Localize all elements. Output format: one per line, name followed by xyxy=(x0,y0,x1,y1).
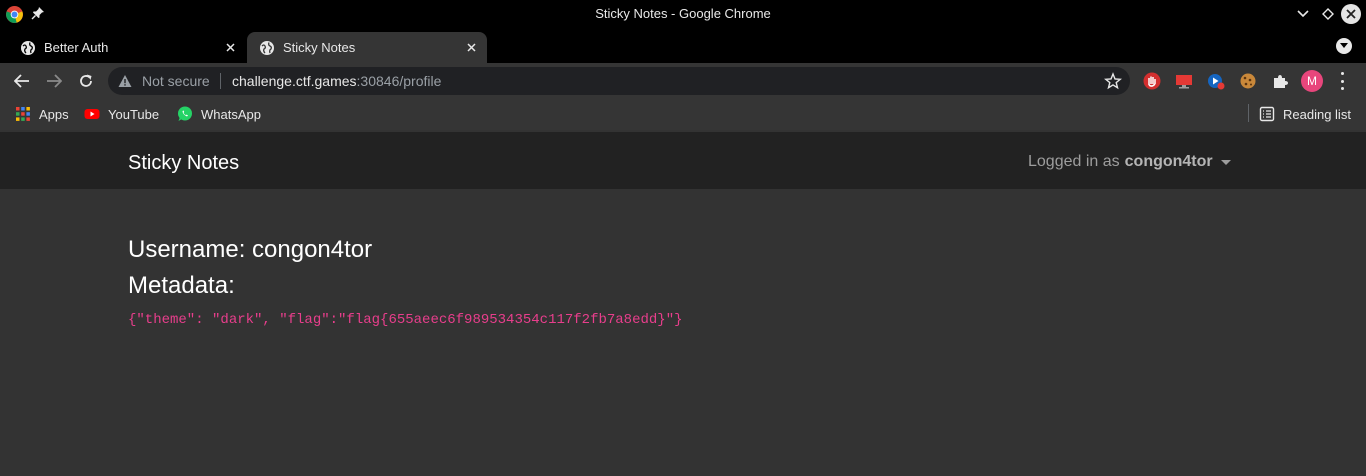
tab-close-button[interactable] xyxy=(463,40,479,56)
warning-icon[interactable] xyxy=(118,74,132,88)
monitor-icon xyxy=(1176,75,1192,89)
browser-toolbar: Not secure challenge.ctf.games:30846/pro… xyxy=(0,63,1366,99)
media-extension-icon[interactable] xyxy=(1206,71,1226,91)
arrow-left-icon xyxy=(14,74,29,88)
close-icon xyxy=(466,43,476,52)
dot xyxy=(1340,79,1344,83)
cookie-icon xyxy=(1240,73,1256,89)
bookmark-whatsapp[interactable]: WhatsApp xyxy=(177,106,261,122)
url-text[interactable]: challenge.ctf.games:30846/profile xyxy=(232,73,441,89)
reading-list-icon xyxy=(1259,106,1275,122)
user-menu-username: congon4tor xyxy=(1124,153,1213,170)
metadata-heading: Metadata: xyxy=(128,272,235,299)
address-bar[interactable]: Not secure challenge.ctf.games:30846/pro… xyxy=(108,67,1130,95)
bookmark-apps[interactable]: Apps xyxy=(15,106,69,122)
puzzle-icon xyxy=(1274,75,1288,88)
tab-close-button[interactable] xyxy=(222,40,238,56)
apps-grid-icon xyxy=(16,107,30,121)
hand-stop-icon xyxy=(1143,72,1161,90)
window-titlebar: Sticky Notes - Google Chrome xyxy=(0,0,1366,29)
screen-extension-icon[interactable] xyxy=(1174,71,1194,91)
metadata-json: {"theme": "dark", "flag":"flag{655aeec6f… xyxy=(128,312,683,328)
bookmarks-bar: Apps YouTube WhatsApp Reading list xyxy=(0,99,1366,130)
bookmark-label: WhatsApp xyxy=(201,106,261,122)
bookmark-youtube[interactable]: YouTube xyxy=(84,106,159,122)
cookie-extension-icon[interactable] xyxy=(1238,71,1258,91)
omnibox-divider xyxy=(220,73,221,89)
user-menu-dropdown[interactable]: Logged in as congon4tor xyxy=(1028,153,1231,171)
tab-label: Better Auth xyxy=(44,40,109,55)
browser-menu-button[interactable] xyxy=(1338,72,1346,90)
whatsapp-icon xyxy=(178,106,192,121)
diamond-icon xyxy=(1322,8,1334,20)
bookmark-star-icon[interactable] xyxy=(1104,72,1122,90)
maximize-button[interactable] xyxy=(1319,5,1337,23)
window-title: Sticky Notes - Google Chrome xyxy=(595,6,771,21)
tab-sticky-notes[interactable]: Sticky Notes xyxy=(247,32,487,63)
site-navbar: Sticky Notes Logged in as congon4tor xyxy=(0,132,1366,189)
chevron-down-icon xyxy=(1340,43,1348,48)
tab-strip: Better Auth Sticky Notes xyxy=(0,29,1366,81)
reload-icon xyxy=(80,74,92,87)
bookmark-label: YouTube xyxy=(108,106,160,122)
username-heading: Username: congon4tor xyxy=(128,236,373,263)
bookmark-label: Apps xyxy=(39,106,69,122)
tab-search-button[interactable] xyxy=(1336,38,1352,54)
reading-list-button[interactable]: Reading list xyxy=(1259,106,1351,122)
ublock-extension-icon[interactable] xyxy=(1142,71,1162,91)
url-path: :30846/profile xyxy=(356,73,442,89)
extensions-button[interactable] xyxy=(1270,71,1290,91)
close-window-button[interactable] xyxy=(1341,4,1361,24)
arrow-right-icon xyxy=(47,74,62,88)
chevron-down-icon xyxy=(1297,10,1309,18)
reload-button[interactable] xyxy=(76,71,96,91)
globe-icon xyxy=(21,40,35,55)
globe-icon xyxy=(260,40,274,55)
close-icon xyxy=(225,43,235,52)
tab-label: Sticky Notes xyxy=(283,40,356,55)
dot xyxy=(1340,72,1344,75)
back-button[interactable] xyxy=(12,71,32,91)
site-brand[interactable]: Sticky Notes xyxy=(128,152,239,175)
dot xyxy=(1340,87,1344,90)
close-icon xyxy=(1346,9,1356,19)
forward-button[interactable] xyxy=(44,71,64,91)
caret-down-icon xyxy=(1220,159,1231,165)
reading-list-label: Reading list xyxy=(1283,106,1351,122)
url-host: challenge.ctf.games xyxy=(232,73,357,89)
bookmarks-divider xyxy=(1248,104,1249,122)
security-status[interactable]: Not secure xyxy=(142,73,210,89)
profile-avatar[interactable]: M xyxy=(1301,70,1323,92)
minimize-button[interactable] xyxy=(1294,5,1312,23)
page-viewport: Sticky Notes Logged in as congon4tor Use… xyxy=(0,130,1366,476)
tab-better-auth[interactable]: Better Auth xyxy=(8,32,246,63)
youtube-icon xyxy=(84,109,100,119)
profile-section: Username: congon4tor Metadata: {"theme":… xyxy=(128,235,683,328)
user-menu-prefix: Logged in as xyxy=(1028,153,1120,170)
play-badge-icon xyxy=(1208,74,1225,90)
